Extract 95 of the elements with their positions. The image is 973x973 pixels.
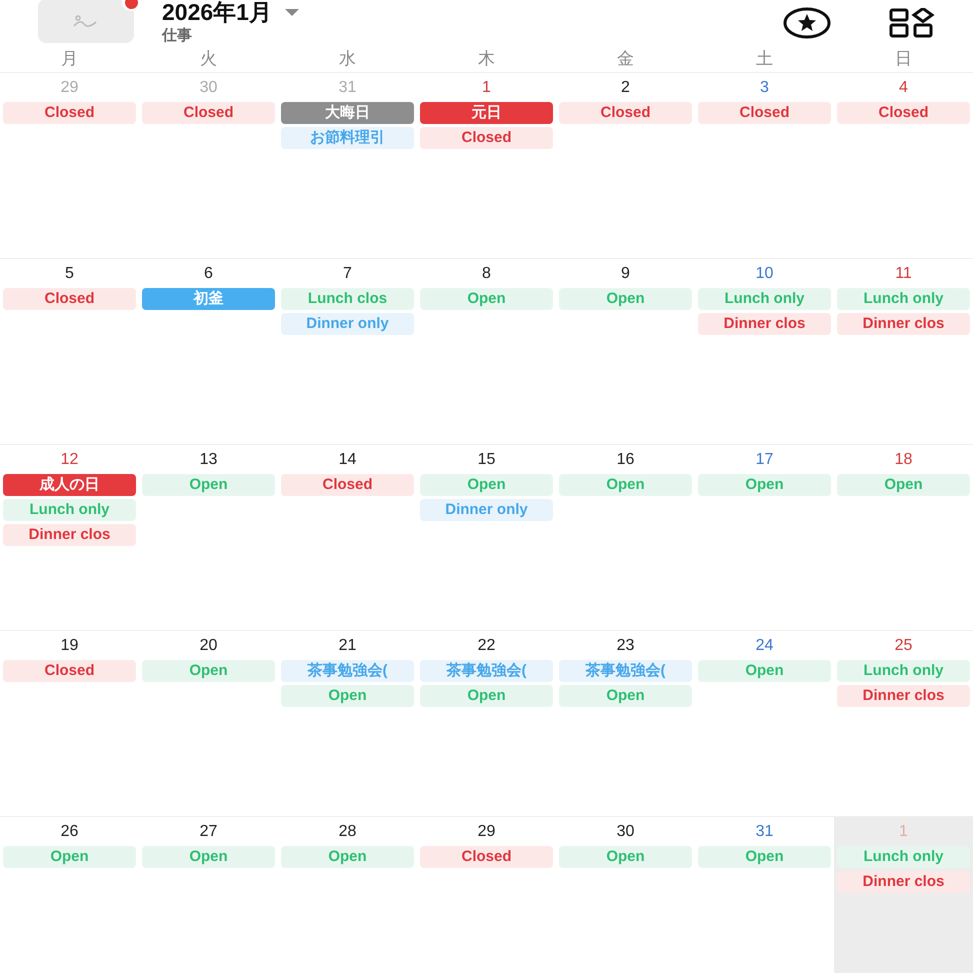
day-number[interactable]: 21 bbox=[338, 634, 356, 658]
event-chip[interactable]: 茶事勉強会( bbox=[281, 660, 414, 682]
day-number[interactable]: 20 bbox=[200, 634, 218, 658]
event-chip[interactable]: Dinner clos bbox=[3, 524, 136, 546]
event-chip[interactable]: Open bbox=[698, 660, 831, 682]
day-number[interactable]: 25 bbox=[894, 634, 912, 658]
day-number[interactable]: 6 bbox=[204, 262, 213, 286]
weekday-label: 火 bbox=[200, 48, 217, 70]
caret-icon[interactable] bbox=[284, 7, 300, 17]
weekday-label: 金 bbox=[617, 48, 634, 70]
day-number[interactable]: 19 bbox=[60, 634, 78, 658]
day-number[interactable]: 3 bbox=[760, 76, 769, 100]
event-chip[interactable]: Closed bbox=[3, 102, 136, 124]
event-chip[interactable]: Closed bbox=[3, 660, 136, 682]
day-number[interactable]: 24 bbox=[756, 634, 774, 658]
event-chip[interactable]: 初釜 bbox=[142, 288, 275, 310]
day-number[interactable]: 8 bbox=[482, 262, 491, 286]
event-chip[interactable]: Open bbox=[698, 474, 831, 496]
event-chip[interactable]: Closed bbox=[698, 102, 831, 124]
month-title[interactable]: 2026年1月 bbox=[162, 0, 272, 26]
event-chip[interactable]: Dinner clos bbox=[837, 684, 970, 706]
weekday-label: 日 bbox=[895, 48, 912, 70]
day-number[interactable]: 31 bbox=[756, 820, 774, 844]
event-chip[interactable]: Open bbox=[281, 684, 414, 706]
widgets-icon[interactable] bbox=[889, 8, 935, 38]
event-chip[interactable]: Closed bbox=[837, 102, 970, 124]
event-chip[interactable]: Dinner only bbox=[420, 498, 553, 520]
weekday-label: 木 bbox=[478, 48, 495, 70]
day-number[interactable]: 27 bbox=[200, 820, 218, 844]
day-number[interactable]: 30 bbox=[200, 76, 218, 100]
event-chip[interactable]: Dinner only bbox=[281, 312, 414, 334]
event-chip[interactable]: 大晦日 bbox=[281, 102, 414, 124]
event-chip[interactable]: Open bbox=[559, 684, 692, 706]
event-chip[interactable]: 元日 bbox=[420, 102, 553, 124]
day-number[interactable]: 26 bbox=[60, 820, 78, 844]
day-number[interactable]: 29 bbox=[478, 820, 496, 844]
event-chip[interactable]: Lunch only bbox=[837, 660, 970, 682]
weekday-label: 土 bbox=[756, 48, 773, 70]
event-chip[interactable]: Dinner clos bbox=[698, 312, 831, 334]
day-number[interactable]: 4 bbox=[899, 76, 908, 100]
event-chip[interactable]: Closed bbox=[420, 846, 553, 868]
event-chip[interactable]: Open bbox=[281, 846, 414, 868]
weekday-label: 月 bbox=[61, 48, 78, 70]
event-chip[interactable]: Dinner clos bbox=[837, 870, 970, 892]
day-number[interactable]: 1 bbox=[482, 76, 491, 100]
day-number[interactable]: 10 bbox=[756, 262, 774, 286]
day-number[interactable]: 11 bbox=[895, 262, 912, 286]
event-chip[interactable]: Lunch only bbox=[3, 498, 136, 520]
day-number[interactable]: 16 bbox=[616, 448, 634, 472]
day-number[interactable]: 22 bbox=[478, 634, 496, 658]
day-number[interactable]: 12 bbox=[60, 448, 78, 472]
event-chip[interactable]: Closed bbox=[3, 288, 136, 310]
event-chip[interactable]: Open bbox=[420, 474, 553, 496]
day-number[interactable]: 9 bbox=[621, 262, 630, 286]
day-number[interactable]: 15 bbox=[478, 448, 496, 472]
event-chip[interactable]: 茶事勉強会( bbox=[559, 660, 692, 682]
event-chip[interactable]: Open bbox=[420, 684, 553, 706]
day-number[interactable]: 14 bbox=[338, 448, 356, 472]
day-number[interactable]: 23 bbox=[616, 634, 634, 658]
day-number[interactable]: 7 bbox=[343, 262, 352, 286]
event-chip[interactable]: Dinner clos bbox=[837, 312, 970, 334]
day-number[interactable]: 31 bbox=[338, 76, 356, 100]
day-number[interactable]: 13 bbox=[200, 448, 218, 472]
event-chip[interactable]: Lunch only bbox=[837, 846, 970, 868]
event-chip[interactable]: Lunch only bbox=[837, 288, 970, 310]
event-chip[interactable]: Open bbox=[142, 846, 275, 868]
event-chip[interactable]: Open bbox=[559, 288, 692, 310]
event-chip[interactable]: Open bbox=[559, 474, 692, 496]
day-number[interactable]: 28 bbox=[338, 820, 356, 844]
day-number[interactable]: 17 bbox=[756, 448, 774, 472]
day-number[interactable]: 30 bbox=[616, 820, 634, 844]
event-chip[interactable]: Open bbox=[698, 846, 831, 868]
event-chip[interactable]: Closed bbox=[281, 474, 414, 496]
event-chip[interactable]: Open bbox=[3, 846, 136, 868]
day-number[interactable]: 5 bbox=[65, 262, 74, 286]
event-chip[interactable]: Open bbox=[420, 288, 553, 310]
event-chip[interactable]: お節料理引 bbox=[281, 126, 414, 148]
event-chip[interactable]: Closed bbox=[559, 102, 692, 124]
star-circle-icon[interactable] bbox=[783, 7, 831, 39]
event-chip[interactable]: 成人の日 bbox=[3, 474, 136, 496]
day-number[interactable]: 29 bbox=[60, 76, 78, 100]
day-number[interactable]: 2 bbox=[621, 76, 630, 100]
event-chip[interactable]: Lunch only bbox=[698, 288, 831, 310]
calendar-name: 仕事 bbox=[162, 26, 193, 46]
weekday-label: 水 bbox=[339, 48, 356, 70]
event-chip[interactable]: Open bbox=[142, 660, 275, 682]
event-chip[interactable]: Closed bbox=[142, 102, 275, 124]
event-chip[interactable]: Closed bbox=[420, 126, 553, 148]
event-chip[interactable]: Open bbox=[559, 846, 692, 868]
event-chip[interactable]: Open bbox=[142, 474, 275, 496]
event-chip[interactable]: 茶事勉強会( bbox=[420, 660, 553, 682]
event-chip[interactable]: Open bbox=[837, 474, 970, 496]
selected-day-cell[interactable]: 1 Lunch only Dinner clos bbox=[834, 816, 973, 973]
day-number[interactable]: 18 bbox=[894, 448, 912, 472]
event-chip[interactable]: Lunch clos bbox=[281, 288, 414, 310]
